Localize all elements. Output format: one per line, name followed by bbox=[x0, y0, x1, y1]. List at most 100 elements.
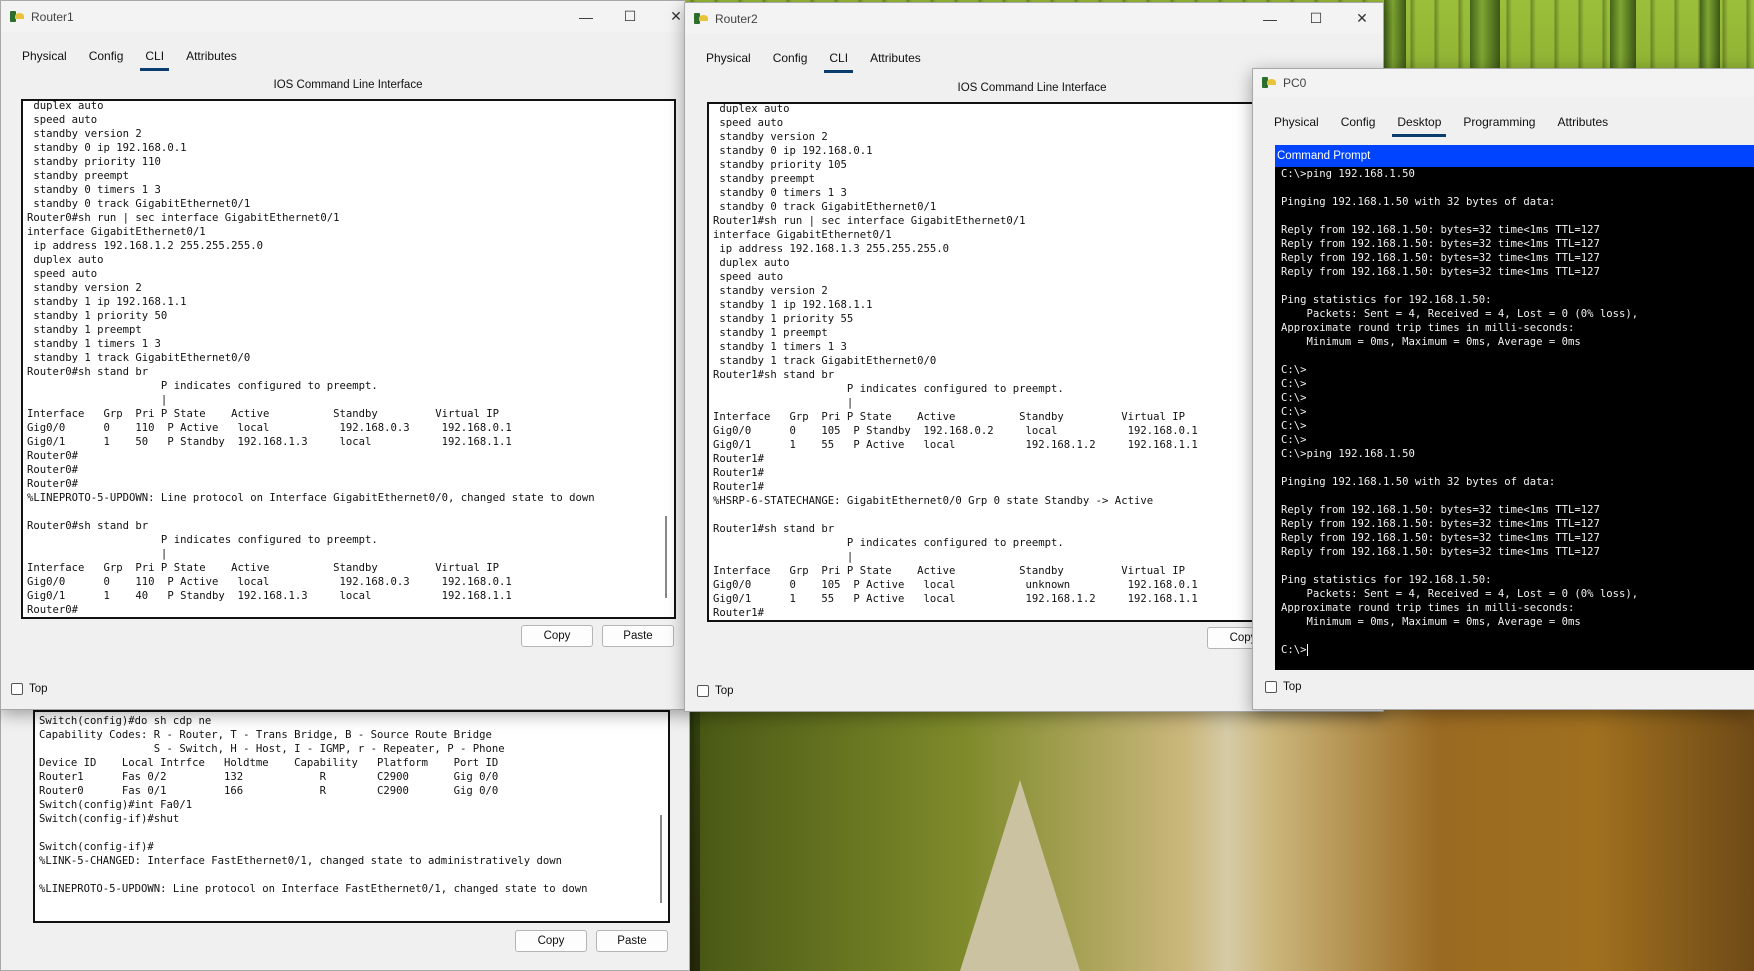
terminal-line: Packets: Sent = 4, Received = 4, Lost = … bbox=[1281, 308, 1639, 320]
terminal-line: standby 0 track GigabitEthernet0/1 bbox=[27, 198, 251, 210]
terminal-line: P indicates configured to preempt. bbox=[27, 380, 378, 392]
terminal-line: Router0# bbox=[27, 604, 79, 616]
terminal-line: %LINEPROTO-5-UPDOWN: Line protocol on In… bbox=[27, 492, 595, 504]
pc0-titlebar[interactable]: PC0 bbox=[1253, 69, 1754, 97]
terminal-line: Ping statistics for 192.168.1.50: bbox=[1281, 574, 1492, 586]
checkbox-icon[interactable] bbox=[697, 685, 709, 697]
switch-window[interactable]: Switch(config)#do sh cdp ne Capability Co… bbox=[0, 700, 690, 971]
switch-cli-output[interactable]: Switch(config)#do sh cdp ne Capability Co… bbox=[33, 710, 670, 923]
router1-top-label: Top bbox=[29, 683, 48, 695]
pc0-top-label: Top bbox=[1283, 681, 1302, 693]
terminal-line: Gig0/1 1 50 P Standby 192.168.1.3 local … bbox=[27, 436, 512, 448]
terminal-line: Router0#sh stand br bbox=[27, 520, 149, 532]
terminal-line: Reply from 192.168.1.50: bytes=32 time<1… bbox=[1281, 546, 1600, 558]
terminal-line: C:\> bbox=[1281, 364, 1307, 376]
router1-top-checkbox[interactable]: Top bbox=[11, 683, 48, 695]
terminal-line: standby 1 timers 1 3 bbox=[27, 338, 161, 350]
checkbox-icon[interactable] bbox=[1265, 681, 1277, 693]
terminal-line: standby preempt bbox=[27, 170, 130, 182]
tab-physical[interactable]: Physical bbox=[1263, 111, 1330, 135]
terminal-line: Approximate round trip times in milli-se… bbox=[1281, 322, 1575, 334]
router1-window[interactable]: Router1 — ☐ ✕ Physical Config CLI Attribute… bbox=[0, 0, 686, 710]
close-icon[interactable]: ✕ bbox=[1339, 3, 1385, 34]
router2-top-checkbox[interactable]: Top bbox=[697, 685, 734, 697]
pc0-command-prompt[interactable]: C:\>ping 192.168.1.50 Pinging 192.168.1.5… bbox=[1275, 167, 1754, 670]
tab-config[interactable]: Config bbox=[762, 47, 819, 71]
router1-title: Router1 bbox=[31, 9, 74, 24]
terminal-line: Pinging 192.168.1.50 with 32 bytes of da… bbox=[1281, 476, 1556, 488]
minimize-icon[interactable]: — bbox=[1247, 3, 1293, 34]
terminal-line: Gig0/0 0 110 P Active local 192.168.0.3 … bbox=[27, 422, 512, 434]
terminal-line: duplex auto bbox=[27, 254, 104, 266]
terminal-line: standby 0 ip 192.168.0.1 bbox=[27, 142, 187, 154]
tab-attributes[interactable]: Attributes bbox=[859, 47, 932, 71]
tab-cli[interactable]: CLI bbox=[134, 45, 175, 71]
tab-attributes[interactable]: Attributes bbox=[175, 45, 248, 69]
tab-cli[interactable]: CLI bbox=[818, 47, 859, 73]
terminal-line: C:\> bbox=[1281, 434, 1307, 446]
terminal-line: Gig0/1 1 40 P Standby 192.168.1.3 local … bbox=[27, 590, 512, 602]
terminal-line: standby priority 110 bbox=[27, 156, 161, 168]
tab-physical[interactable]: Physical bbox=[11, 45, 78, 69]
terminal-line: | bbox=[27, 548, 168, 560]
terminal-line: C:\> bbox=[1281, 644, 1308, 656]
terminal-line: Gig0/0 0 110 P Active local 192.168.0.3 … bbox=[27, 576, 512, 588]
terminal-line: standby version 2 bbox=[27, 128, 142, 140]
tab-programming[interactable]: Programming bbox=[1452, 111, 1546, 135]
terminal-line: Router0 Fas 0/1 166 R C2900 Gig 0/0 bbox=[39, 785, 499, 797]
terminal-line: Router0# bbox=[27, 464, 79, 476]
packet-tracer-app-icon bbox=[9, 10, 25, 24]
forest-path-scene bbox=[700, 705, 1754, 971]
terminal-line: Reply from 192.168.1.50: bytes=32 time<1… bbox=[1281, 266, 1600, 278]
terminal-line: Approximate round trip times in milli-se… bbox=[1281, 602, 1575, 614]
tab-desktop[interactable]: Desktop bbox=[1386, 111, 1452, 137]
switch-scrollbar[interactable] bbox=[660, 815, 662, 903]
command-prompt-header: Command Prompt bbox=[1275, 145, 1754, 167]
terminal-line: Reply from 192.168.1.50: bytes=32 time<1… bbox=[1281, 532, 1600, 544]
terminal-line: Router0#sh run | sec interface GigabitEt… bbox=[27, 212, 340, 224]
terminal-line: speed auto bbox=[27, 268, 98, 280]
router2-title: Router2 bbox=[715, 11, 758, 26]
text-cursor bbox=[1306, 644, 1308, 656]
pc0-window[interactable]: PC0 Physical Config Desktop Programming Attr… bbox=[1252, 68, 1754, 710]
router1-paste-button[interactable]: Paste bbox=[602, 625, 674, 647]
terminal-line: Interface Grp Pri P State Active Standby… bbox=[27, 562, 499, 574]
terminal-line: Switch(config)#do sh cdp ne bbox=[39, 715, 212, 727]
router1-cli-output[interactable]: duplex auto speed auto standby version 2… bbox=[21, 99, 676, 619]
router1-scrollbar[interactable] bbox=[665, 516, 667, 598]
router1-copy-button[interactable]: Copy bbox=[521, 625, 593, 647]
terminal-line: P indicates configured to preempt. bbox=[27, 534, 378, 546]
switch-copy-button[interactable]: Copy bbox=[515, 930, 587, 952]
terminal-line: standby 1 priority 50 bbox=[27, 310, 168, 322]
pc0-top-checkbox[interactable]: Top bbox=[1265, 681, 1302, 693]
tab-config[interactable]: Config bbox=[1330, 111, 1387, 135]
minimize-icon[interactable]: — bbox=[563, 1, 609, 32]
terminal-line: interface GigabitEthernet0/1 bbox=[27, 226, 206, 238]
terminal-line: standby 1 ip 192.168.1.1 bbox=[27, 296, 187, 308]
tab-config[interactable]: Config bbox=[78, 45, 135, 69]
router1-tabs: Physical Config CLI Attributes bbox=[11, 45, 248, 71]
pc0-tabs: Physical Config Desktop Programming Attribut… bbox=[1263, 111, 1619, 137]
terminal-line: Reply from 192.168.1.50: bytes=32 time<1… bbox=[1281, 252, 1600, 264]
terminal-line: ip address 192.168.1.2 255.255.255.0 bbox=[27, 240, 263, 252]
tab-physical[interactable]: Physical bbox=[695, 47, 762, 71]
router2-top-label: Top bbox=[715, 685, 734, 697]
terminal-line: %LINK-5-CHANGED: Interface FastEthernet0… bbox=[39, 855, 562, 867]
maximize-icon[interactable]: ☐ bbox=[1293, 3, 1339, 34]
terminal-line: Packets: Sent = 4, Received = 4, Lost = … bbox=[1281, 588, 1639, 600]
checkbox-icon[interactable] bbox=[11, 683, 23, 695]
terminal-line: C:\> bbox=[1281, 392, 1307, 404]
tab-attributes[interactable]: Attributes bbox=[1546, 111, 1619, 135]
maximize-icon[interactable]: ☐ bbox=[607, 1, 653, 32]
switch-paste-button[interactable]: Paste bbox=[596, 930, 668, 952]
terminal-line: Pinging 192.168.1.50 with 32 bytes of da… bbox=[1281, 196, 1556, 208]
router2-tabs: Physical Config CLI Attributes bbox=[695, 47, 932, 73]
